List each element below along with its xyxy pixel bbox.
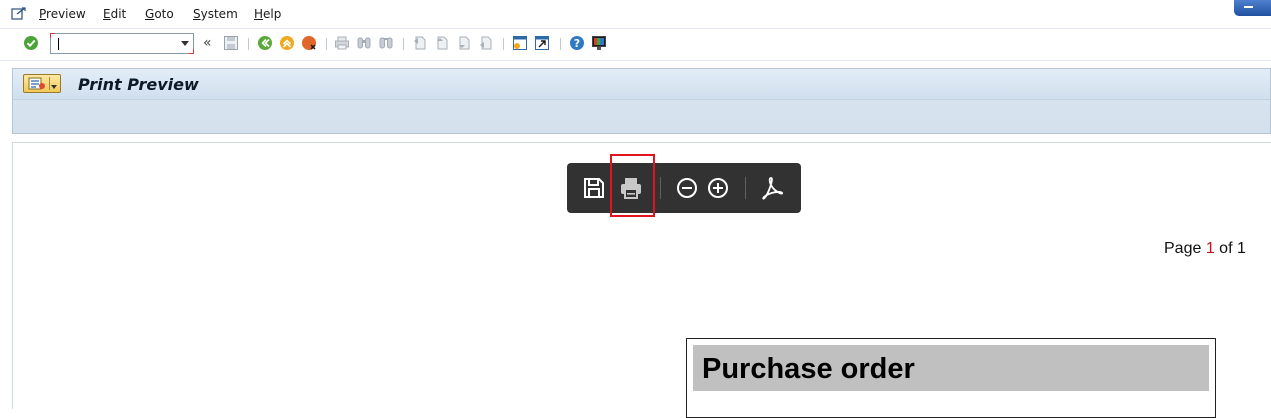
find-next-icon bbox=[378, 35, 394, 51]
document-heading: Purchase order bbox=[702, 353, 915, 385]
page-of-label: of bbox=[1214, 240, 1237, 257]
command-input[interactable] bbox=[54, 36, 172, 51]
generate-shortcut-icon[interactable] bbox=[534, 35, 550, 51]
menu-list-icon bbox=[28, 77, 45, 90]
last-page-icon bbox=[478, 35, 494, 51]
enter-icon[interactable] bbox=[23, 35, 39, 51]
page-title: Print Preview bbox=[78, 75, 199, 94]
pdf-save-button[interactable] bbox=[581, 175, 607, 201]
open-in-acrobat-button[interactable] bbox=[759, 175, 785, 201]
heading-box: Purchase order bbox=[693, 345, 1209, 391]
toolbar-separator bbox=[660, 177, 661, 199]
chevron-down-icon bbox=[51, 85, 57, 89]
zoom-in-icon bbox=[708, 178, 728, 198]
toolbar-separator bbox=[326, 38, 327, 50]
print-button-highlight bbox=[610, 154, 655, 217]
menu-system[interactable]: System bbox=[193, 7, 238, 21]
standard-toolbar: « ? bbox=[0, 29, 1271, 61]
zoom-out-button[interactable] bbox=[674, 175, 700, 201]
page-indicator: Page 1 of 1 bbox=[1164, 240, 1246, 258]
document-page: Purchase order bbox=[686, 338, 1216, 418]
menu-preview[interactable]: Preview bbox=[39, 7, 86, 21]
zoom-in-button[interactable] bbox=[705, 175, 731, 201]
next-page-icon bbox=[456, 35, 472, 51]
total-pages: 1 bbox=[1236, 240, 1246, 257]
menu-edit[interactable]: Edit bbox=[103, 7, 126, 21]
menu-goto[interactable]: Goto bbox=[145, 7, 174, 21]
customize-layout-icon[interactable] bbox=[591, 35, 607, 51]
acrobat-icon bbox=[762, 177, 784, 200]
text-cursor bbox=[58, 38, 59, 50]
save-icon bbox=[223, 35, 239, 51]
toolbar-separator bbox=[745, 177, 746, 199]
pdf-viewer-toolbar bbox=[567, 163, 801, 213]
first-page-icon bbox=[412, 35, 428, 51]
page-label: Page bbox=[1164, 240, 1206, 257]
minimize-icon bbox=[1244, 6, 1253, 8]
exit-icon[interactable] bbox=[279, 35, 295, 51]
toolbar-separator bbox=[248, 38, 249, 50]
help-icon[interactable]: ? bbox=[569, 35, 585, 51]
menu-bar: Preview Edit Goto System Help bbox=[0, 0, 1271, 29]
svg-text:?: ? bbox=[574, 37, 580, 50]
divider bbox=[13, 99, 1270, 100]
minimize-button[interactable] bbox=[1234, 0, 1271, 16]
toolbar-separator bbox=[560, 38, 561, 50]
cancel-icon[interactable] bbox=[301, 35, 317, 51]
current-page: 1 bbox=[1205, 240, 1215, 257]
create-session-icon[interactable] bbox=[512, 35, 528, 51]
save-icon bbox=[584, 178, 604, 198]
back-icon[interactable] bbox=[257, 35, 273, 51]
zoom-out-icon bbox=[677, 178, 697, 198]
history-chevron-icon[interactable]: « bbox=[203, 35, 212, 51]
screen-menu-button[interactable] bbox=[23, 74, 61, 93]
split-divider bbox=[49, 77, 50, 90]
previous-page-icon bbox=[434, 35, 450, 51]
command-field[interactable] bbox=[50, 33, 194, 54]
print-icon bbox=[334, 35, 350, 51]
title-panel: Print Preview bbox=[12, 68, 1271, 134]
toolbar-separator bbox=[403, 38, 404, 50]
chevron-down-icon[interactable] bbox=[181, 41, 189, 46]
menu-help[interactable]: Help bbox=[254, 7, 281, 21]
menu-exit-icon[interactable] bbox=[11, 7, 27, 24]
find-icon bbox=[356, 35, 372, 51]
toolbar-separator bbox=[503, 38, 504, 50]
